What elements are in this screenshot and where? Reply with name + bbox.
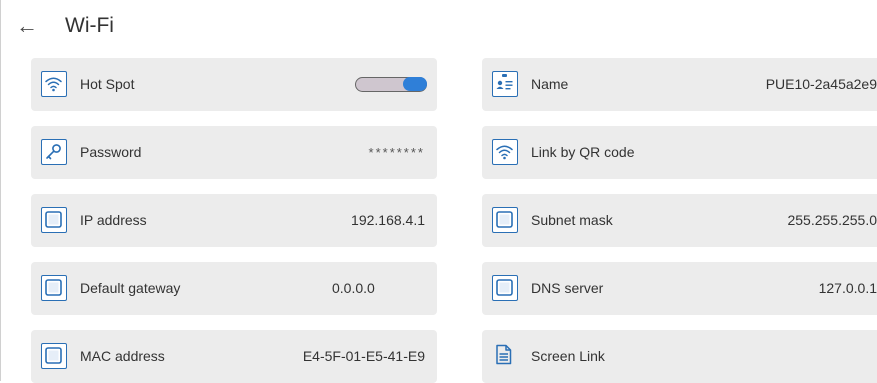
- square-icon: [41, 207, 67, 233]
- ip-label: IP address: [80, 212, 147, 228]
- square-icon: [492, 275, 518, 301]
- name-label: Name: [531, 76, 569, 92]
- tile-mac-address[interactable]: MAC address E4-5F-01-E5-41-E9: [31, 330, 437, 383]
- square-icon: [492, 207, 518, 233]
- dns-label: DNS server: [531, 280, 604, 296]
- tile-hot-spot[interactable]: Hot Spot: [31, 58, 437, 111]
- hot-spot-toggle[interactable]: [355, 77, 427, 92]
- toggle-knob: [403, 77, 427, 91]
- tile-ip-address[interactable]: IP address 192.168.4.1: [31, 194, 437, 247]
- password-label: Password: [80, 144, 142, 160]
- gateway-value: 0.0.0.0: [332, 280, 375, 296]
- arrow-left-icon: ←: [16, 13, 38, 38]
- wifi-icon: [492, 139, 518, 165]
- ip-value: 192.168.4.1: [351, 212, 425, 228]
- square-icon: [41, 275, 67, 301]
- key-icon: [41, 139, 67, 165]
- subnet-value: 255.255.255.0: [787, 212, 877, 228]
- header: ← Wi-Fi: [0, 0, 877, 50]
- screen-link-label: Screen Link: [531, 348, 605, 364]
- tile-dns-server[interactable]: DNS server 127.0.0.1: [482, 262, 877, 315]
- mac-value: E4-5F-01-E5-41-E9: [302, 348, 425, 364]
- tile-default-gateway[interactable]: Default gateway 0.0.0.0: [31, 262, 437, 315]
- wifi-icon: [41, 71, 67, 97]
- hot-spot-label: Hot Spot: [80, 76, 135, 92]
- qr-label: Link by QR code: [531, 144, 635, 160]
- back-button[interactable]: ←: [13, 14, 41, 38]
- tile-subnet-mask[interactable]: Subnet mask 255.255.255.0: [482, 194, 877, 247]
- id-card-icon: [492, 71, 518, 97]
- tile-link-by-qr-code[interactable]: Link by QR code: [482, 126, 877, 179]
- name-value: PUE10-2a45a2e9: [765, 76, 877, 92]
- document-icon: [492, 343, 518, 369]
- page-title: Wi-Fi: [65, 14, 114, 37]
- gateway-label: Default gateway: [80, 280, 181, 296]
- mac-label: MAC address: [80, 348, 165, 364]
- tile-name[interactable]: Name PUE10-2a45a2e9: [482, 58, 877, 111]
- tile-screen-link[interactable]: Screen Link: [482, 330, 877, 383]
- password-value: ********: [368, 145, 425, 160]
- tile-password[interactable]: Password ********: [31, 126, 437, 179]
- dns-value: 127.0.0.1: [818, 280, 877, 296]
- square-icon: [41, 343, 67, 369]
- subnet-label: Subnet mask: [531, 212, 613, 228]
- left-edge-divider: [0, 0, 1, 381]
